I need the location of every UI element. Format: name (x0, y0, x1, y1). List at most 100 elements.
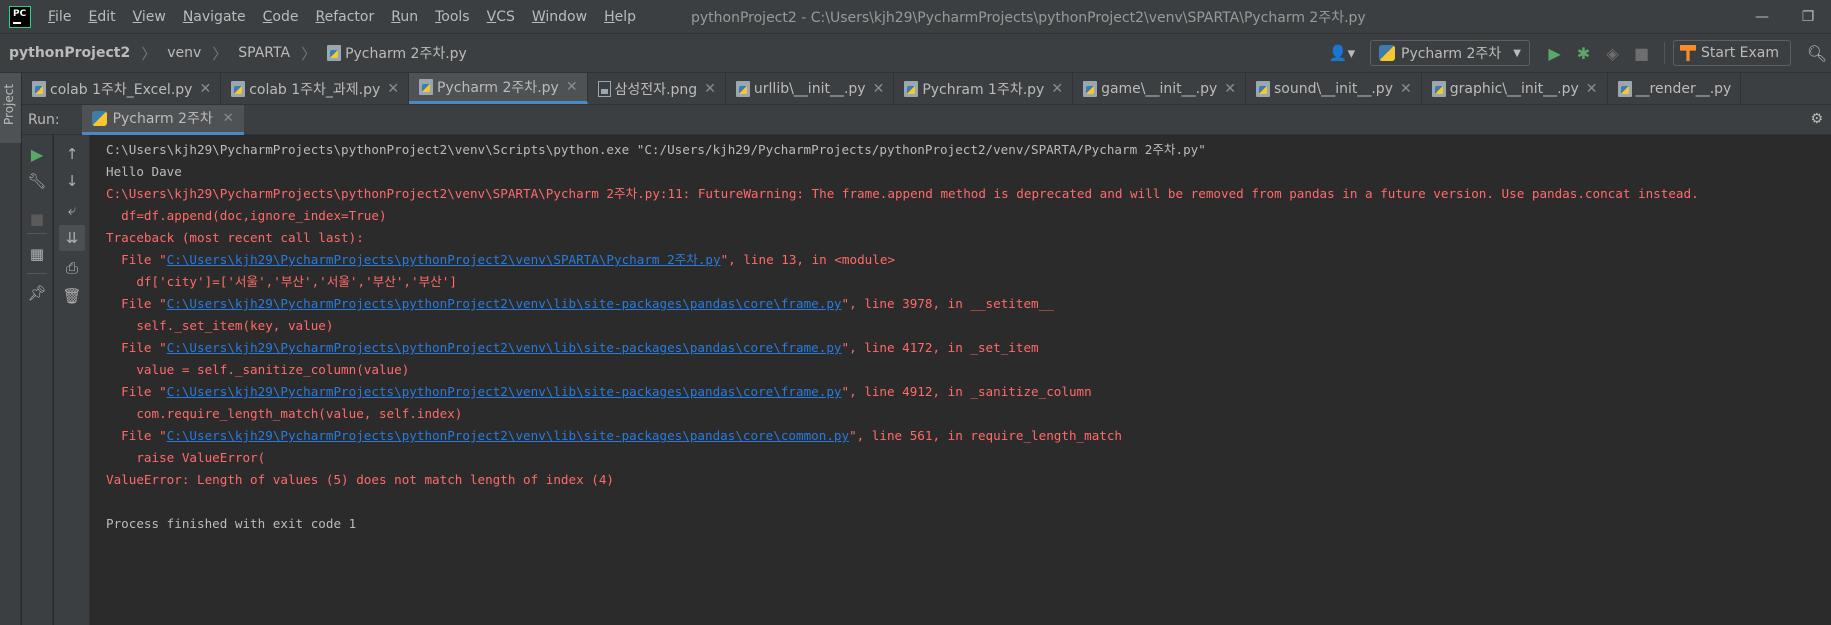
breadcrumb-file[interactable]: Pycharm 2주차.py (345, 43, 467, 63)
start-exam-button[interactable]: Start Exam (1673, 40, 1791, 66)
console-line: Traceback (most recent call last): (106, 230, 364, 245)
python-file-icon (1256, 80, 1270, 97)
python-file-icon (1617, 80, 1632, 97)
restore-icon[interactable]: ❐ (1785, 9, 1831, 25)
breadcrumb-venv[interactable]: venv (167, 45, 201, 61)
wrench-icon[interactable]: 🔧︎ (24, 168, 50, 194)
close-icon[interactable]: ✕ (387, 81, 399, 97)
run-console[interactable]: C:\Users\kjh29\PycharmProjects\pythonPro… (91, 135, 1831, 625)
pin-icon[interactable]: 📌︎ (24, 280, 50, 306)
console-line: df=df.append(doc,ignore_index=True) (106, 208, 387, 223)
tab-colab-1-assignment[interactable]: colab 1주차_과제.py ✕ (221, 73, 410, 104)
tab-samsung-png[interactable]: 삼성전자.png ✕ (588, 73, 726, 104)
run-toolbar-primary: ▶ 🔧︎ ■ ▦ 📌︎ (22, 135, 53, 625)
menu-edit[interactable]: Edit (88, 9, 115, 25)
menu-view[interactable]: View (133, 9, 166, 25)
close-icon[interactable]: ✕ (1224, 81, 1236, 97)
search-icon[interactable]: 🔍︎ (1803, 44, 1831, 63)
close-icon[interactable]: ✕ (223, 111, 234, 126)
close-icon[interactable]: ✕ (566, 79, 578, 95)
minimize-icon[interactable]: — (1739, 9, 1785, 25)
toolbar-divider (27, 233, 47, 234)
close-icon[interactable]: ✕ (1051, 81, 1063, 97)
tab-urllib-init[interactable]: urllib\__init__.py ✕ (726, 73, 895, 104)
image-file-icon (597, 80, 611, 97)
tab-label: Pychram 1주차.py (922, 81, 1045, 98)
tab-label: __render__.py (1635, 80, 1732, 97)
tab-label: game\__init__.py (1101, 80, 1218, 97)
breadcrumb-sparta[interactable]: SPARTA (238, 45, 290, 61)
menu-tools[interactable]: Tools (435, 9, 470, 25)
python-file-icon (231, 80, 246, 97)
trash-icon[interactable]: 🗑︎ (59, 283, 85, 309)
traceback-file-link[interactable]: C:\Users\kjh29\PycharmProjects\pythonPro… (167, 428, 849, 443)
close-icon[interactable]: ✕ (1586, 81, 1598, 97)
soft-wrap-icon[interactable]: ⤶ (59, 197, 85, 223)
menu-file[interactable]: File (48, 9, 71, 25)
stop-icon[interactable]: ■ (1627, 44, 1656, 63)
run-configuration-label: Pycharm 2주차 (1401, 46, 1502, 62)
menu-navigate[interactable]: Navigate (183, 9, 246, 25)
breadcrumb-project[interactable]: pythonProject2 (9, 45, 130, 61)
toolbar-divider (1664, 42, 1665, 64)
project-tool-tab[interactable]: Project (0, 73, 21, 143)
debug-icon[interactable]: ✱ (1569, 44, 1598, 63)
chevron-right-icon: 〉 (141, 44, 157, 63)
print-icon[interactable]: ⎙ (59, 255, 85, 281)
menu-refactor[interactable]: Refactor (315, 9, 374, 25)
traceback-file-link[interactable]: C:\Users\kjh29\PycharmProjects\pythonPro… (167, 384, 842, 399)
error-message-line: ValueError: Length of values (5) does no… (106, 472, 614, 487)
tab-game-init[interactable]: game\__init__.py ✕ (1073, 73, 1246, 104)
arrow-down-icon[interactable]: ↓ (59, 168, 85, 194)
rerun-icon[interactable]: ▶ (24, 141, 50, 167)
python-file-icon (1431, 80, 1446, 97)
traceback-prefix: File " (106, 384, 167, 399)
menu-help[interactable]: Help (604, 9, 636, 25)
pycharm-logo-icon: PC (9, 5, 31, 28)
menu-run[interactable]: Run (391, 9, 418, 25)
start-exam-label: Start Exam (1701, 45, 1779, 61)
run-configuration-select[interactable]: Pycharm 2주차 ▼ (1370, 40, 1530, 66)
gear-icon[interactable]: ⚙ (1810, 111, 1823, 127)
traceback-file-line: File "C:\Users\kjh29\PycharmProjects\pyt… (106, 337, 1831, 359)
python-file-icon (327, 45, 342, 61)
title-bar: PC File Edit View Navigate Code Refactor… (0, 0, 1831, 33)
close-icon[interactable]: ✕ (873, 81, 885, 97)
menu-vcs[interactable]: VCS (487, 9, 515, 25)
tab-label: urllib\__init__.py (753, 80, 866, 97)
tab-pycharm-2[interactable]: Pycharm 2주차.py ✕ (409, 73, 588, 104)
traceback-file-link[interactable]: C:\Users\kjh29\PycharmProjects\pythonPro… (167, 296, 842, 311)
close-icon[interactable]: ✕ (704, 81, 716, 97)
arrow-up-icon[interactable]: ↑ (59, 141, 85, 167)
traceback-file-line: File "C:\Users\kjh29\PycharmProjects\pyt… (106, 293, 1831, 315)
python-file-icon (904, 80, 919, 97)
scroll-to-end-icon[interactable]: ⇊ (59, 225, 85, 251)
user-account-icon[interactable]: 👤▾ (1328, 44, 1356, 62)
tab-render[interactable]: __render__.py (1608, 73, 1742, 104)
python-icon (1379, 45, 1395, 61)
run-icon[interactable]: ▶ (1540, 44, 1569, 63)
traceback-file-link[interactable]: C:\Users\kjh29\PycharmProjects\pythonPro… (167, 340, 842, 355)
stop-icon[interactable]: ■ (24, 206, 50, 232)
tab-sound-init[interactable]: sound\__init__.py ✕ (1246, 73, 1422, 104)
console-line: raise ValueError( (106, 450, 266, 465)
layout-icon[interactable]: ▦ (24, 241, 50, 267)
close-icon[interactable]: ✕ (1400, 81, 1412, 97)
python-file-icon (419, 79, 434, 95)
tab-colab-1-excel[interactable]: colab 1주차_Excel.py ✕ (22, 73, 222, 104)
close-icon[interactable]: ✕ (199, 81, 211, 97)
window-title: pythonProject2 - C:\Users\kjh29\PycharmP… (691, 9, 1366, 26)
menu-window[interactable]: Window (532, 9, 587, 25)
chevron-down-icon: ▼ (1513, 47, 1521, 59)
traceback-file-link[interactable]: C:\Users\kjh29\PycharmProjects\pythonPro… (167, 252, 721, 267)
run-tab-pycharm-2[interactable]: Pycharm 2주차 ✕ (81, 104, 244, 135)
python-file-icon (735, 80, 750, 97)
traceback-suffix: ", line 4912, in _sanitize_column (841, 384, 1092, 399)
traceback-suffix: ", line 3978, in __setitem__ (841, 296, 1054, 311)
coverage-icon[interactable]: ◈ (1598, 44, 1627, 63)
run-toolbar-secondary: ↑ ↓ ⤶ ⇊ ⎙ 🗑︎ (54, 135, 90, 625)
tab-pychram-1[interactable]: Pychram 1주차.py ✕ (894, 73, 1074, 104)
tab-label: Pycharm 2주차.py (437, 80, 559, 96)
menu-code[interactable]: Code (263, 9, 299, 25)
tab-graphic-init[interactable]: graphic\__init__.py ✕ (1422, 73, 1608, 104)
